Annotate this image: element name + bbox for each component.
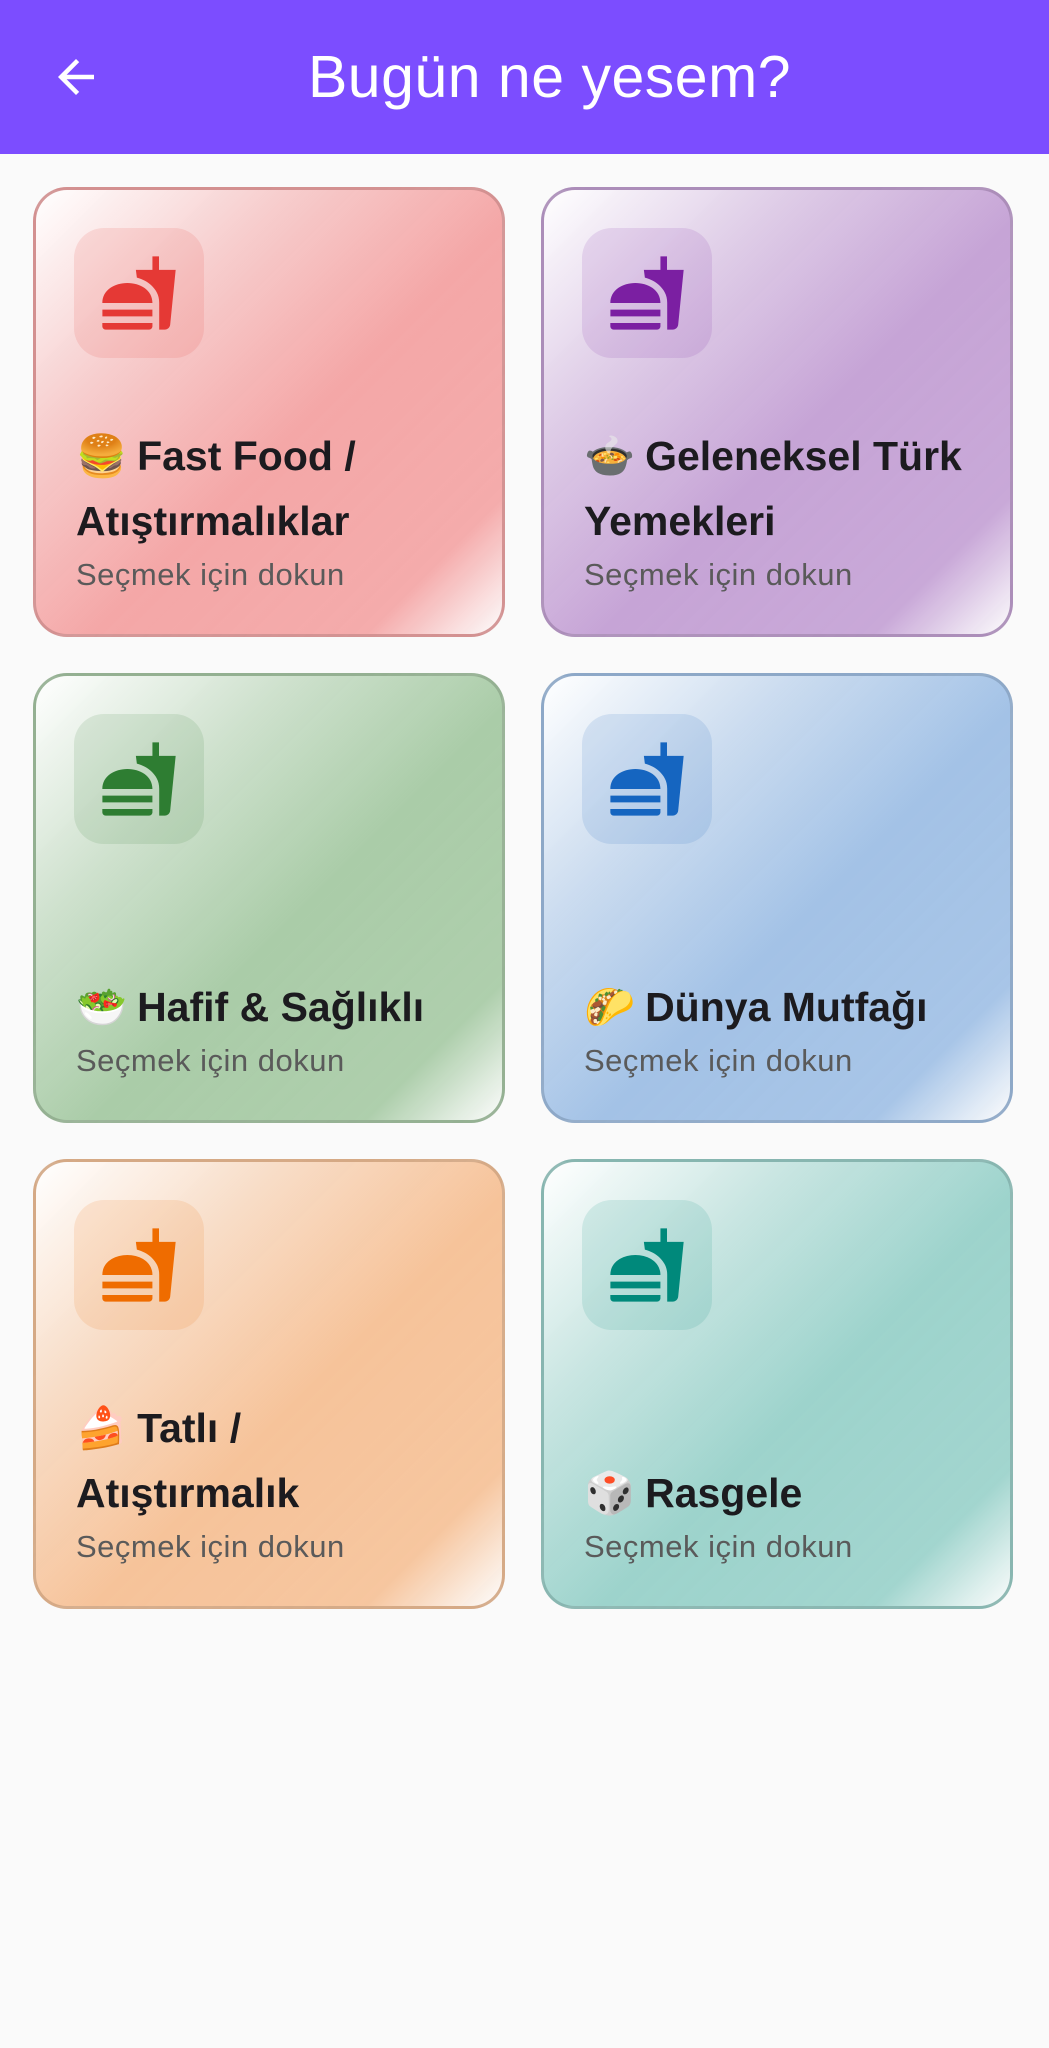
card-title: 🍔 Fast Food / Atıştırmalıklar xyxy=(76,432,356,544)
category-card-world[interactable]: 🌮 Dünya Mutfağı Seçmek için dokun xyxy=(541,673,1013,1123)
card-subtitle: Seçmek için dokun xyxy=(584,1043,853,1078)
card-icon-badge xyxy=(582,714,712,844)
salad-emoji-icon: 🥗 xyxy=(76,983,128,1031)
card-subtitle: Seçmek için dokun xyxy=(584,1529,853,1564)
card-text: 🍰 Tatlı / Atıştırmalık Seçmek için dokun xyxy=(76,1396,472,1566)
card-text: 🌮 Dünya Mutfağı Seçmek için dokun xyxy=(584,975,980,1080)
card-text: 🍔 Fast Food / Atıştırmalıklar Seçmek için… xyxy=(76,424,472,594)
card-subtitle: Seçmek için dokun xyxy=(76,557,345,592)
card-icon-badge xyxy=(74,714,204,844)
card-subtitle: Seçmek için dokun xyxy=(584,557,853,592)
arrow-back-icon xyxy=(58,59,94,95)
fastfood-icon xyxy=(102,256,176,330)
page-title: Bugün ne yesem? xyxy=(307,44,792,110)
card-title: 🎲 Rasgele xyxy=(584,1469,803,1517)
card-subtitle: Seçmek için dokun xyxy=(76,1529,345,1564)
taco-emoji-icon: 🌮 xyxy=(584,983,636,1031)
fastfood-icon xyxy=(610,742,684,816)
card-text: 🥗 Hafif & Sağlıklı Seçmek için dokun xyxy=(76,975,472,1080)
category-card-fast-food[interactable]: 🍔 Fast Food / Atıştırmalıklar Seçmek için… xyxy=(33,187,505,637)
card-text: 🎲 Rasgele Seçmek için dokun xyxy=(584,1461,980,1566)
card-title: 🌮 Dünya Mutfağı xyxy=(584,983,928,1031)
burger-emoji-icon: 🍔 xyxy=(76,432,128,480)
fastfood-icon xyxy=(610,1228,684,1302)
category-card-healthy[interactable]: 🥗 Hafif & Sağlıklı Seçmek için dokun xyxy=(33,673,505,1123)
category-card-dessert[interactable]: 🍰 Tatlı / Atıştırmalık Seçmek için dokun xyxy=(33,1159,505,1609)
app-bar: Bugün ne yesem? xyxy=(0,0,1049,154)
category-card-turkish[interactable]: 🍲 Geleneksel Türk Yemekleri Seçmek için d… xyxy=(541,187,1013,637)
fastfood-icon xyxy=(102,1228,176,1302)
category-card-random[interactable]: 🎲 Rasgele Seçmek için dokun xyxy=(541,1159,1013,1609)
card-icon-badge xyxy=(582,228,712,358)
card-icon-badge xyxy=(582,1200,712,1330)
fastfood-icon xyxy=(102,742,176,816)
stew-emoji-icon: 🍲 xyxy=(584,432,636,480)
card-title: 🥗 Hafif & Sağlıklı xyxy=(76,983,425,1031)
card-title: 🍰 Tatlı / Atıştırmalık xyxy=(76,1404,300,1516)
card-icon-badge xyxy=(74,228,204,358)
back-button[interactable] xyxy=(36,41,116,113)
dice-emoji-icon: 🎲 xyxy=(584,1469,636,1517)
card-title: 🍲 Geleneksel Türk Yemekleri xyxy=(584,432,962,544)
fastfood-icon xyxy=(610,256,684,330)
card-icon-badge xyxy=(74,1200,204,1330)
card-subtitle: Seçmek için dokun xyxy=(76,1043,345,1078)
cake-emoji-icon: 🍰 xyxy=(76,1404,128,1452)
card-text: 🍲 Geleneksel Türk Yemekleri Seçmek için d… xyxy=(584,424,980,594)
